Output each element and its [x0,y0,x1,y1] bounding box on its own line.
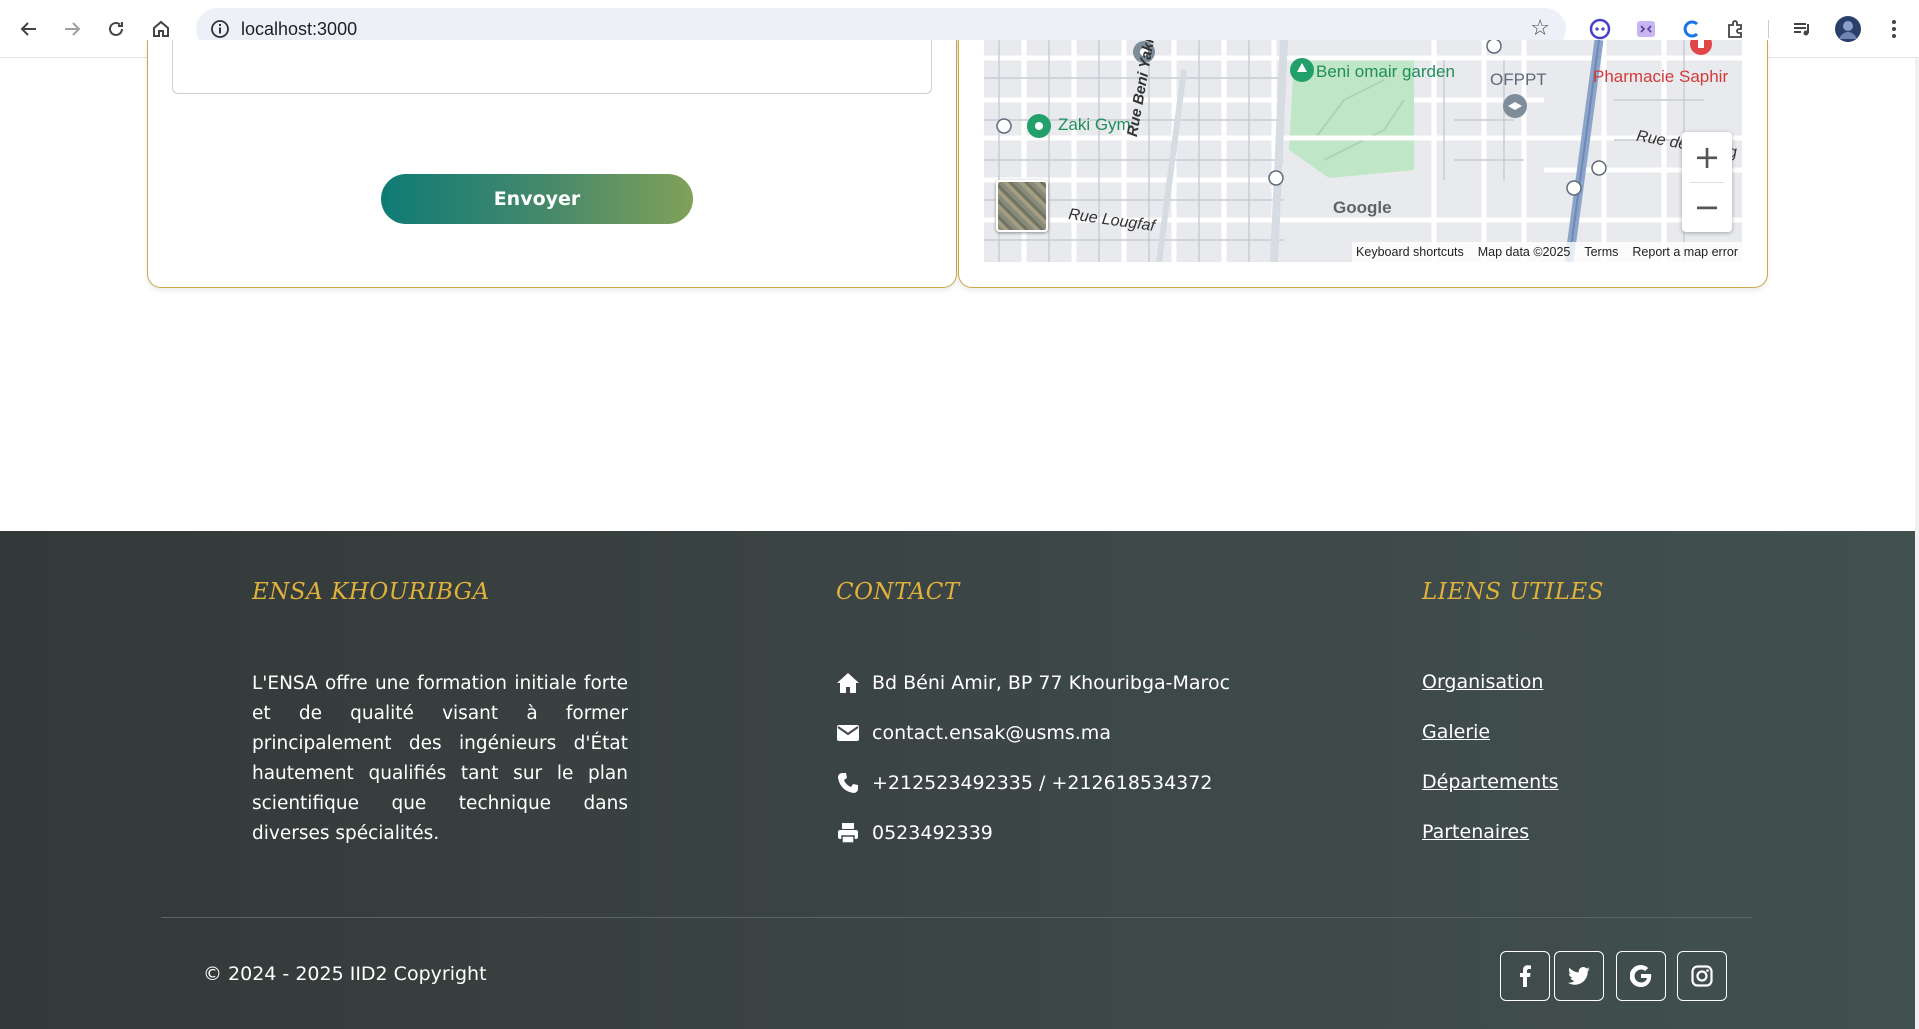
map-data-text: Map data ©2025 [1477,245,1571,259]
home-icon [836,671,860,695]
extension-face-icon[interactable] [1586,15,1614,43]
media-controls-icon[interactable] [1788,15,1816,43]
back-icon[interactable] [14,14,44,44]
place-beni-omair-garden[interactable]: Beni omair garden [1316,62,1455,82]
instagram-icon[interactable] [1677,951,1727,1001]
contact-address-text: Bd Béni Amir, BP 77 Khouribga-Maroc [872,672,1231,694]
site-footer: ENSA KHOURIBGA CONTACT LIENS UTILES L'EN… [0,531,1915,1029]
twitter-icon[interactable] [1554,951,1604,1001]
keyboard-shortcuts-link[interactable]: Keyboard shortcuts [1356,245,1464,259]
map-panel: Beni omair garden OFPPT Pharmacie Saphir… [958,40,1768,288]
extension-image-icon[interactable] [1632,15,1660,43]
extension-c-icon[interactable] [1677,15,1705,43]
contact-email-text[interactable]: contact.ensak@usms.ma [872,722,1111,744]
google-icon[interactable] [1616,951,1666,1001]
contact-phone-text: +212523492335 / +212618534372 [872,772,1213,794]
reload-icon[interactable] [101,14,131,44]
page-scrollbar[interactable] [1915,58,1919,1029]
extensions-puzzle-icon[interactable] [1722,15,1750,43]
contact-address: Bd Béni Amir, BP 77 Khouribga-Maroc [836,671,1230,695]
copyright-text: © 2024 - 2025 IID2 Copyright [203,963,487,985]
place-ofppt[interactable]: OFPPT [1490,70,1547,90]
contact-fax-text: 0523492339 [872,822,993,844]
profile-avatar[interactable] [1834,15,1862,43]
footer-contact-title: CONTACT [836,579,960,605]
footer-about-text: L'ENSA offre une formation initiale fort… [252,673,628,844]
google-map[interactable]: Beni omair garden OFPPT Pharmacie Saphir… [984,40,1742,262]
satellite-toggle[interactable] [996,180,1048,232]
contact-email: contact.ensak@usms.ma [836,721,1111,745]
link-organisation[interactable]: Organisation [1422,671,1543,693]
footer-about-title: ENSA KHOURIBGA [252,579,490,605]
toolbar-divider [1768,20,1769,38]
contact-fax: 0523492339 [836,821,993,845]
submit-button[interactable]: Envoyer [381,174,693,224]
zoom-control: + − [1682,132,1732,232]
footer-divider [161,917,1753,918]
map-attribution: Keyboard shortcuts Map data ©2025 Terms … [1352,242,1742,262]
google-logo: Google [1333,198,1392,217]
terms-link[interactable]: Terms [1584,245,1618,259]
message-textarea[interactable] [172,40,932,94]
menu-icon[interactable] [1880,15,1908,43]
contact-form-panel: Envoyer [147,40,957,288]
zoom-in-button[interactable]: + [1682,132,1732,182]
place-pharmacie-saphir[interactable]: Pharmacie Saphir [1593,67,1728,87]
link-galerie[interactable]: Galerie [1422,721,1490,743]
bookmark-star-icon[interactable]: ☆ [1530,16,1550,41]
link-departements[interactable]: Départements [1422,771,1559,793]
facebook-icon[interactable] [1500,951,1550,1001]
footer-links-title: LIENS UTILES [1422,579,1604,605]
forward-icon[interactable] [57,14,87,44]
link-partenaires[interactable]: Partenaires [1422,821,1529,843]
place-zaki-gym[interactable]: Zaki Gym [1058,115,1131,135]
report-map-error-link[interactable]: Report a map error [1632,245,1738,259]
envelope-icon [836,721,860,745]
site-info-icon[interactable] [208,17,232,41]
zoom-out-button[interactable]: − [1682,182,1732,232]
printer-icon [836,821,860,845]
contact-phone: +212523492335 / +212618534372 [836,771,1212,795]
phone-icon [836,771,860,795]
url-text: localhost:3000 [241,19,358,39]
